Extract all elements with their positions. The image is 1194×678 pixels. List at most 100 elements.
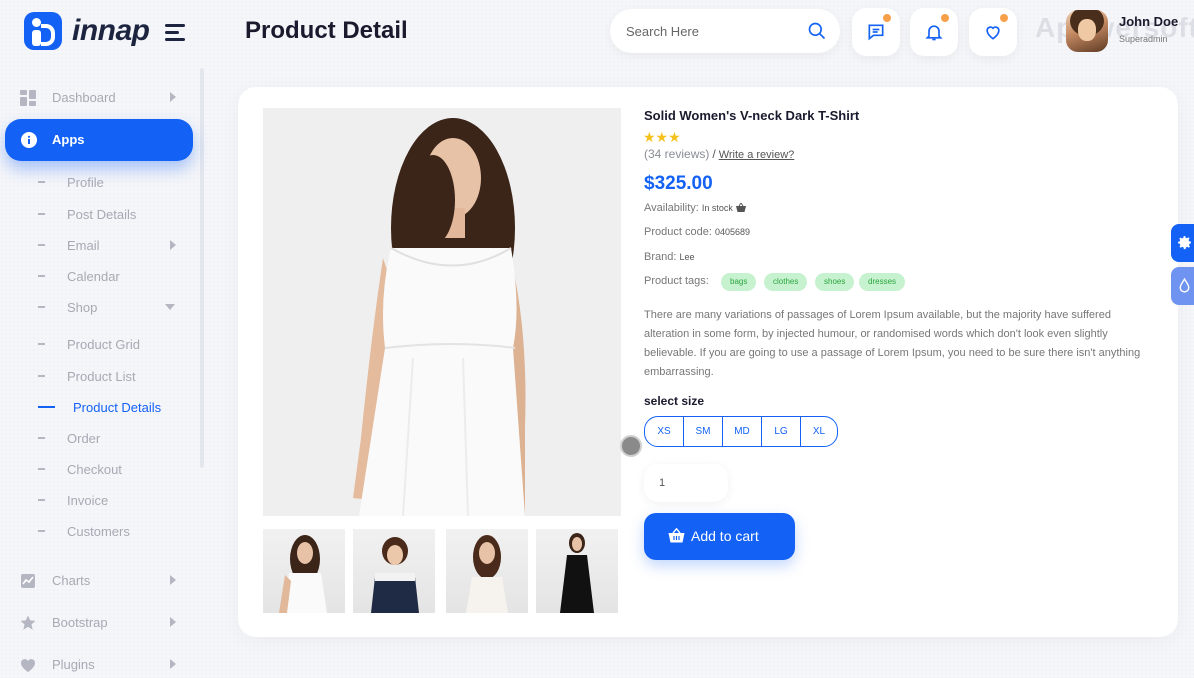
sidebar-item-label: Apps [52, 132, 85, 147]
product-thumbnail[interactable] [536, 529, 618, 613]
sidebar-item-label: Charts [52, 573, 91, 588]
reviews-separator: / [712, 147, 716, 161]
chevron-right-icon [170, 575, 176, 585]
sidebar-subitem-label: Shop [67, 300, 98, 315]
sidebar-subitem-shop[interactable]: Shop [0, 295, 200, 319]
notifications-button[interactable] [910, 8, 958, 56]
droplet-icon [1179, 277, 1190, 293]
write-review-link[interactable]: Write a review? [719, 149, 795, 161]
size-title: select size [644, 394, 705, 408]
sidebar-subitem-customers[interactable]: Customers [0, 519, 200, 543]
tag-chip[interactable]: shoes [815, 273, 855, 291]
sidebar-subitem-label: Product List [67, 369, 136, 384]
size-option-xs[interactable]: XS [645, 417, 684, 446]
sidebar-subitem-label: Product Grid [67, 337, 140, 352]
tag-chip[interactable]: bags [721, 273, 757, 291]
sidebar-subitem-product-details[interactable]: Product Details [0, 395, 200, 419]
sidebar-subitem-label: Customers [67, 524, 130, 539]
review-count: (34 reviews) [644, 147, 710, 161]
top-header: innap Product Detail Apowersoft John Doe… [0, 0, 1194, 64]
theme-tab[interactable] [1171, 267, 1194, 305]
sidebar-subitem-checkout[interactable]: Checkout [0, 457, 200, 481]
search-box [610, 9, 840, 53]
sidebar-subitem-post-details[interactable]: Post Details [0, 202, 200, 226]
sidebar-subitem-email[interactable]: Email [0, 233, 200, 257]
sidebar-scrollbar[interactable] [200, 68, 204, 468]
rating-stars: ★★★ [643, 129, 681, 145]
tag-chip[interactable]: dresses [859, 273, 906, 291]
product-code-row: Product code: 0405689 [644, 226, 750, 238]
gear-icon [1178, 236, 1191, 250]
brand-name[interactable]: innap [72, 14, 150, 48]
sidebar-item-charts[interactable]: Charts [0, 561, 200, 601]
reviews-line: (34 reviews) / Write a review? [644, 147, 794, 161]
heart-icon [20, 659, 36, 672]
sidebar-subitem-product-grid[interactable]: Product Grid [0, 332, 200, 356]
sidebar-subitem-label: Order [67, 431, 101, 446]
product-code-value: 0405689 [714, 227, 750, 237]
brand-label: Brand: [644, 251, 677, 263]
size-option-sm[interactable]: SM [684, 417, 723, 446]
sidebar-subitem-calendar[interactable]: Calendar [0, 264, 200, 288]
heart-icon [986, 26, 1000, 40]
avatar[interactable] [1066, 10, 1108, 52]
product-thumbnail[interactable] [263, 529, 345, 613]
dashboard-icon [20, 90, 36, 106]
search-input[interactable] [626, 20, 796, 42]
user-role: Superadmin [1119, 34, 1168, 44]
menu-toggle-icon[interactable] [165, 24, 187, 41]
tag-chip[interactable]: clothes [764, 273, 808, 291]
product-thumbnail[interactable] [446, 529, 528, 613]
sidebar-item-dashboard[interactable]: Dashboard [0, 78, 200, 118]
sidebar-item-plugins[interactable]: Plugins [0, 645, 200, 678]
availability-label: Availability: [644, 202, 699, 214]
chevron-right-icon [170, 92, 176, 102]
size-option-xl[interactable]: XL [801, 417, 837, 446]
basket-icon [668, 528, 685, 543]
product-description: There are many variations of passages of… [644, 309, 1141, 378]
sidebar-subitem-profile[interactable]: Profile [0, 170, 200, 194]
notification-dot [1000, 14, 1008, 22]
sidebar-subitem-label: Calendar [67, 269, 120, 284]
messages-button[interactable] [852, 8, 900, 56]
sidebar-subitem-order[interactable]: Order [0, 426, 200, 450]
info-icon [21, 132, 37, 148]
availability-value: In stock [701, 203, 733, 213]
quantity-input[interactable] [644, 464, 728, 502]
page-title: Product Detail [245, 17, 408, 44]
sidebar-item-bootstrap[interactable]: Bootstrap [0, 603, 200, 643]
notification-dot [941, 14, 949, 22]
chat-icon [868, 24, 884, 41]
product-main-image[interactable] [263, 108, 621, 516]
logo-icon[interactable] [24, 12, 62, 50]
chevron-right-icon [170, 240, 176, 250]
size-option-lg[interactable]: LG [762, 417, 801, 446]
search-icon[interactable] [807, 21, 827, 41]
sidebar-subitem-invoice[interactable]: Invoice [0, 488, 200, 512]
product-code-label: Product code: [644, 226, 712, 238]
chevron-right-icon [170, 659, 176, 669]
brand-value: Lee [679, 252, 695, 262]
sidebar-subitem-product-list[interactable]: Product List [0, 364, 200, 388]
availability-row: Availability: In stock [644, 202, 746, 214]
bell-icon [925, 25, 943, 41]
chart-icon [21, 574, 35, 588]
add-to-cart-button[interactable]: Add to cart [644, 513, 795, 560]
size-selector: XS SM MD LG XL [644, 416, 838, 447]
product-price: $325.00 [644, 173, 713, 194]
sidebar-item-apps[interactable]: Apps [5, 119, 193, 161]
sidebar-subitem-label: Product Details [73, 400, 162, 415]
product-thumbnail[interactable] [353, 529, 435, 613]
settings-tab[interactable] [1171, 224, 1194, 262]
brand-row: Brand: Lee [644, 251, 695, 263]
basket-icon [735, 202, 746, 212]
user-name[interactable]: John Doe [1119, 14, 1178, 29]
wishlist-button[interactable] [969, 8, 1017, 56]
sidebar-subitem-label: Profile [67, 175, 104, 190]
sidebar-item-label: Bootstrap [52, 615, 108, 630]
sidebar-subitem-label: Checkout [67, 462, 122, 477]
size-option-md[interactable]: MD [723, 417, 762, 446]
sidebar: Dashboard Apps Profile Post Details Emai… [0, 64, 205, 678]
chevron-down-icon [165, 304, 175, 310]
chevron-right-icon [170, 617, 176, 627]
